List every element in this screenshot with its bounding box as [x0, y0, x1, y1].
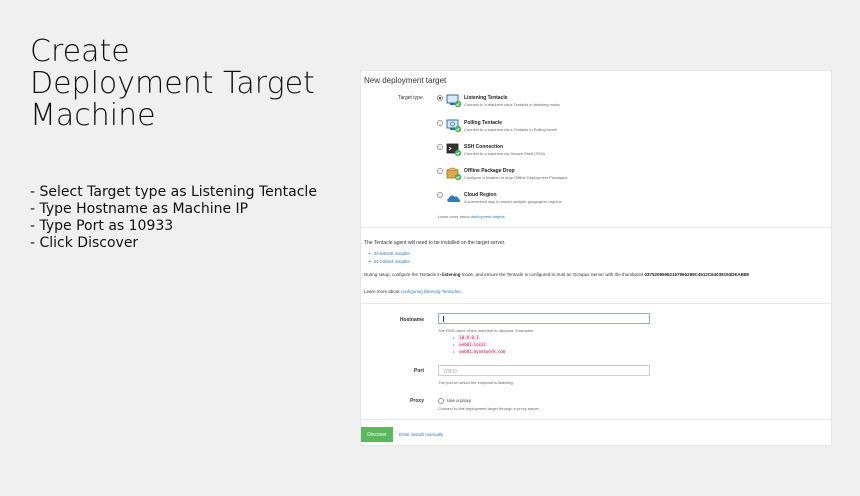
deployment-target-panel: New deployment target Target type Listen…	[360, 70, 832, 446]
option-desc: A convenient way to model multiple geogr…	[464, 199, 562, 204]
instruction-item: - Click Discover	[30, 235, 139, 251]
proxy-label: Proxy	[410, 398, 424, 404]
hostname-example: web01.local	[453, 342, 487, 347]
hostname-help: The DNS name of the machine to discover.…	[438, 328, 535, 333]
agent-install-text: The Tentacle agent will need to be insta…	[364, 240, 506, 246]
option-name: Cloud Region	[464, 192, 497, 198]
radio-offline-package-drop[interactable]	[437, 168, 443, 174]
divider	[361, 227, 831, 228]
cloud-icon	[447, 195, 461, 202]
learn-more-suffix: .	[504, 214, 506, 219]
learn2-suffix: .	[460, 289, 463, 294]
instruction-list: - Select Target type as Listening Tentac…	[30, 184, 350, 252]
option-desc: Connect to a machine via a Tentacle in P…	[464, 127, 557, 132]
option-polling-tentacle[interactable]: Polling Tentacle Connect to a machine vi…	[437, 119, 817, 143]
box-icon	[446, 167, 462, 181]
proxy-help: Connect to this deployment target throug…	[438, 406, 540, 411]
radio-listening-tentacle[interactable]	[437, 95, 443, 101]
installer-32bit-link[interactable]: 32-bit/x86 installer	[369, 251, 411, 256]
slide-title: Create Deployment Target Machine	[30, 36, 350, 132]
instruction-item: - Select Target type as Listening Tentac…	[30, 184, 317, 200]
option-ssh-connection[interactable]: SSH Connection Connect to a machine via …	[437, 143, 817, 167]
slide-title-line: Deployment Target	[30, 66, 315, 101]
hostname-example: 10.0.0.1	[453, 335, 480, 340]
slide-title-line: Create	[30, 34, 130, 69]
hostname-input[interactable]	[438, 313, 650, 324]
example-code: 10.0.0.1	[458, 335, 480, 340]
setup-mid: mode, and ensure the Tentacle is configu…	[460, 272, 645, 277]
installer-64bit-link[interactable]: 64-bit/x64 installer	[369, 259, 411, 264]
target-type-label: Target type	[398, 95, 423, 101]
port-label: Port	[414, 368, 424, 374]
option-listening-tentacle[interactable]: Listening Tentacle Connect to a machine …	[437, 94, 817, 118]
radio-polling-tentacle[interactable]	[437, 120, 443, 126]
hostname-example: web01.mynetwork.com	[453, 349, 507, 354]
port-placeholder: 10933	[443, 369, 457, 375]
setup-instructions: During setup, configure the Tentacle in …	[364, 272, 749, 277]
discover-button[interactable]: Discover	[361, 427, 393, 442]
option-cloud-region[interactable]: Cloud Region A convenient way to model m…	[437, 191, 817, 215]
text-caret	[443, 316, 444, 322]
option-name: Listening Tentacle	[464, 95, 508, 101]
setup-prefix: During setup, configure the Tentacle in	[364, 272, 442, 277]
port-input[interactable]: 10933	[438, 365, 650, 376]
example-code: web01.local	[458, 342, 487, 347]
learn-more-listening: Learn more about configuring listening T…	[364, 289, 462, 294]
learn-more-targets: Learn more about deployment targets.	[438, 214, 506, 219]
radio-ssh-connection[interactable]	[437, 144, 443, 150]
monitor-check-icon	[446, 94, 462, 108]
option-name: SSH Connection	[464, 144, 504, 150]
option-offline-package-drop[interactable]: Offline Package Drop Configure a locatio…	[437, 167, 817, 191]
option-desc: Connect to a machine via Secure Shell (S…	[464, 151, 545, 156]
radio-cloud-region[interactable]	[437, 192, 443, 198]
setup-mode: listening	[441, 272, 461, 277]
terminal-icon	[446, 143, 462, 157]
learn2-prefix: Learn more about	[364, 289, 401, 294]
divider	[361, 419, 831, 420]
deployment-targets-link[interactable]: deployment targets	[471, 214, 505, 219]
divider	[361, 303, 831, 304]
enter-details-manually-link[interactable]: Enter details manually	[399, 432, 443, 437]
use-proxy-checkbox[interactable]	[438, 398, 444, 404]
hostname-label: Hostname	[399, 317, 424, 323]
option-desc: Connect to a machine via a Tentacle in l…	[464, 102, 560, 107]
option-name: Offline Package Drop	[464, 168, 515, 174]
option-name: Polling Tentacle	[464, 120, 502, 126]
instruction-item: - Type Port as 10933	[30, 218, 174, 234]
panel-title: New deployment target	[364, 76, 447, 85]
configuring-listening-link[interactable]: configuring listening Tentacles	[401, 289, 461, 294]
thumbprint: 03752085962157966289C4512C64038194DEAB88	[644, 272, 749, 277]
instruction-item: - Type Hostname as Machine IP	[30, 201, 249, 217]
use-proxy-label[interactable]: Use a proxy	[447, 398, 471, 403]
option-desc: Configure a location to drop Offline Dep…	[464, 175, 567, 180]
learn-more-prefix: Learn more about	[438, 214, 471, 219]
slide-title-line: Machine	[30, 98, 156, 133]
monitor-poll-icon	[446, 119, 462, 133]
example-code: web01.mynetwork.com	[458, 349, 507, 354]
port-help: The port on which the endpoint is listen…	[438, 380, 514, 385]
